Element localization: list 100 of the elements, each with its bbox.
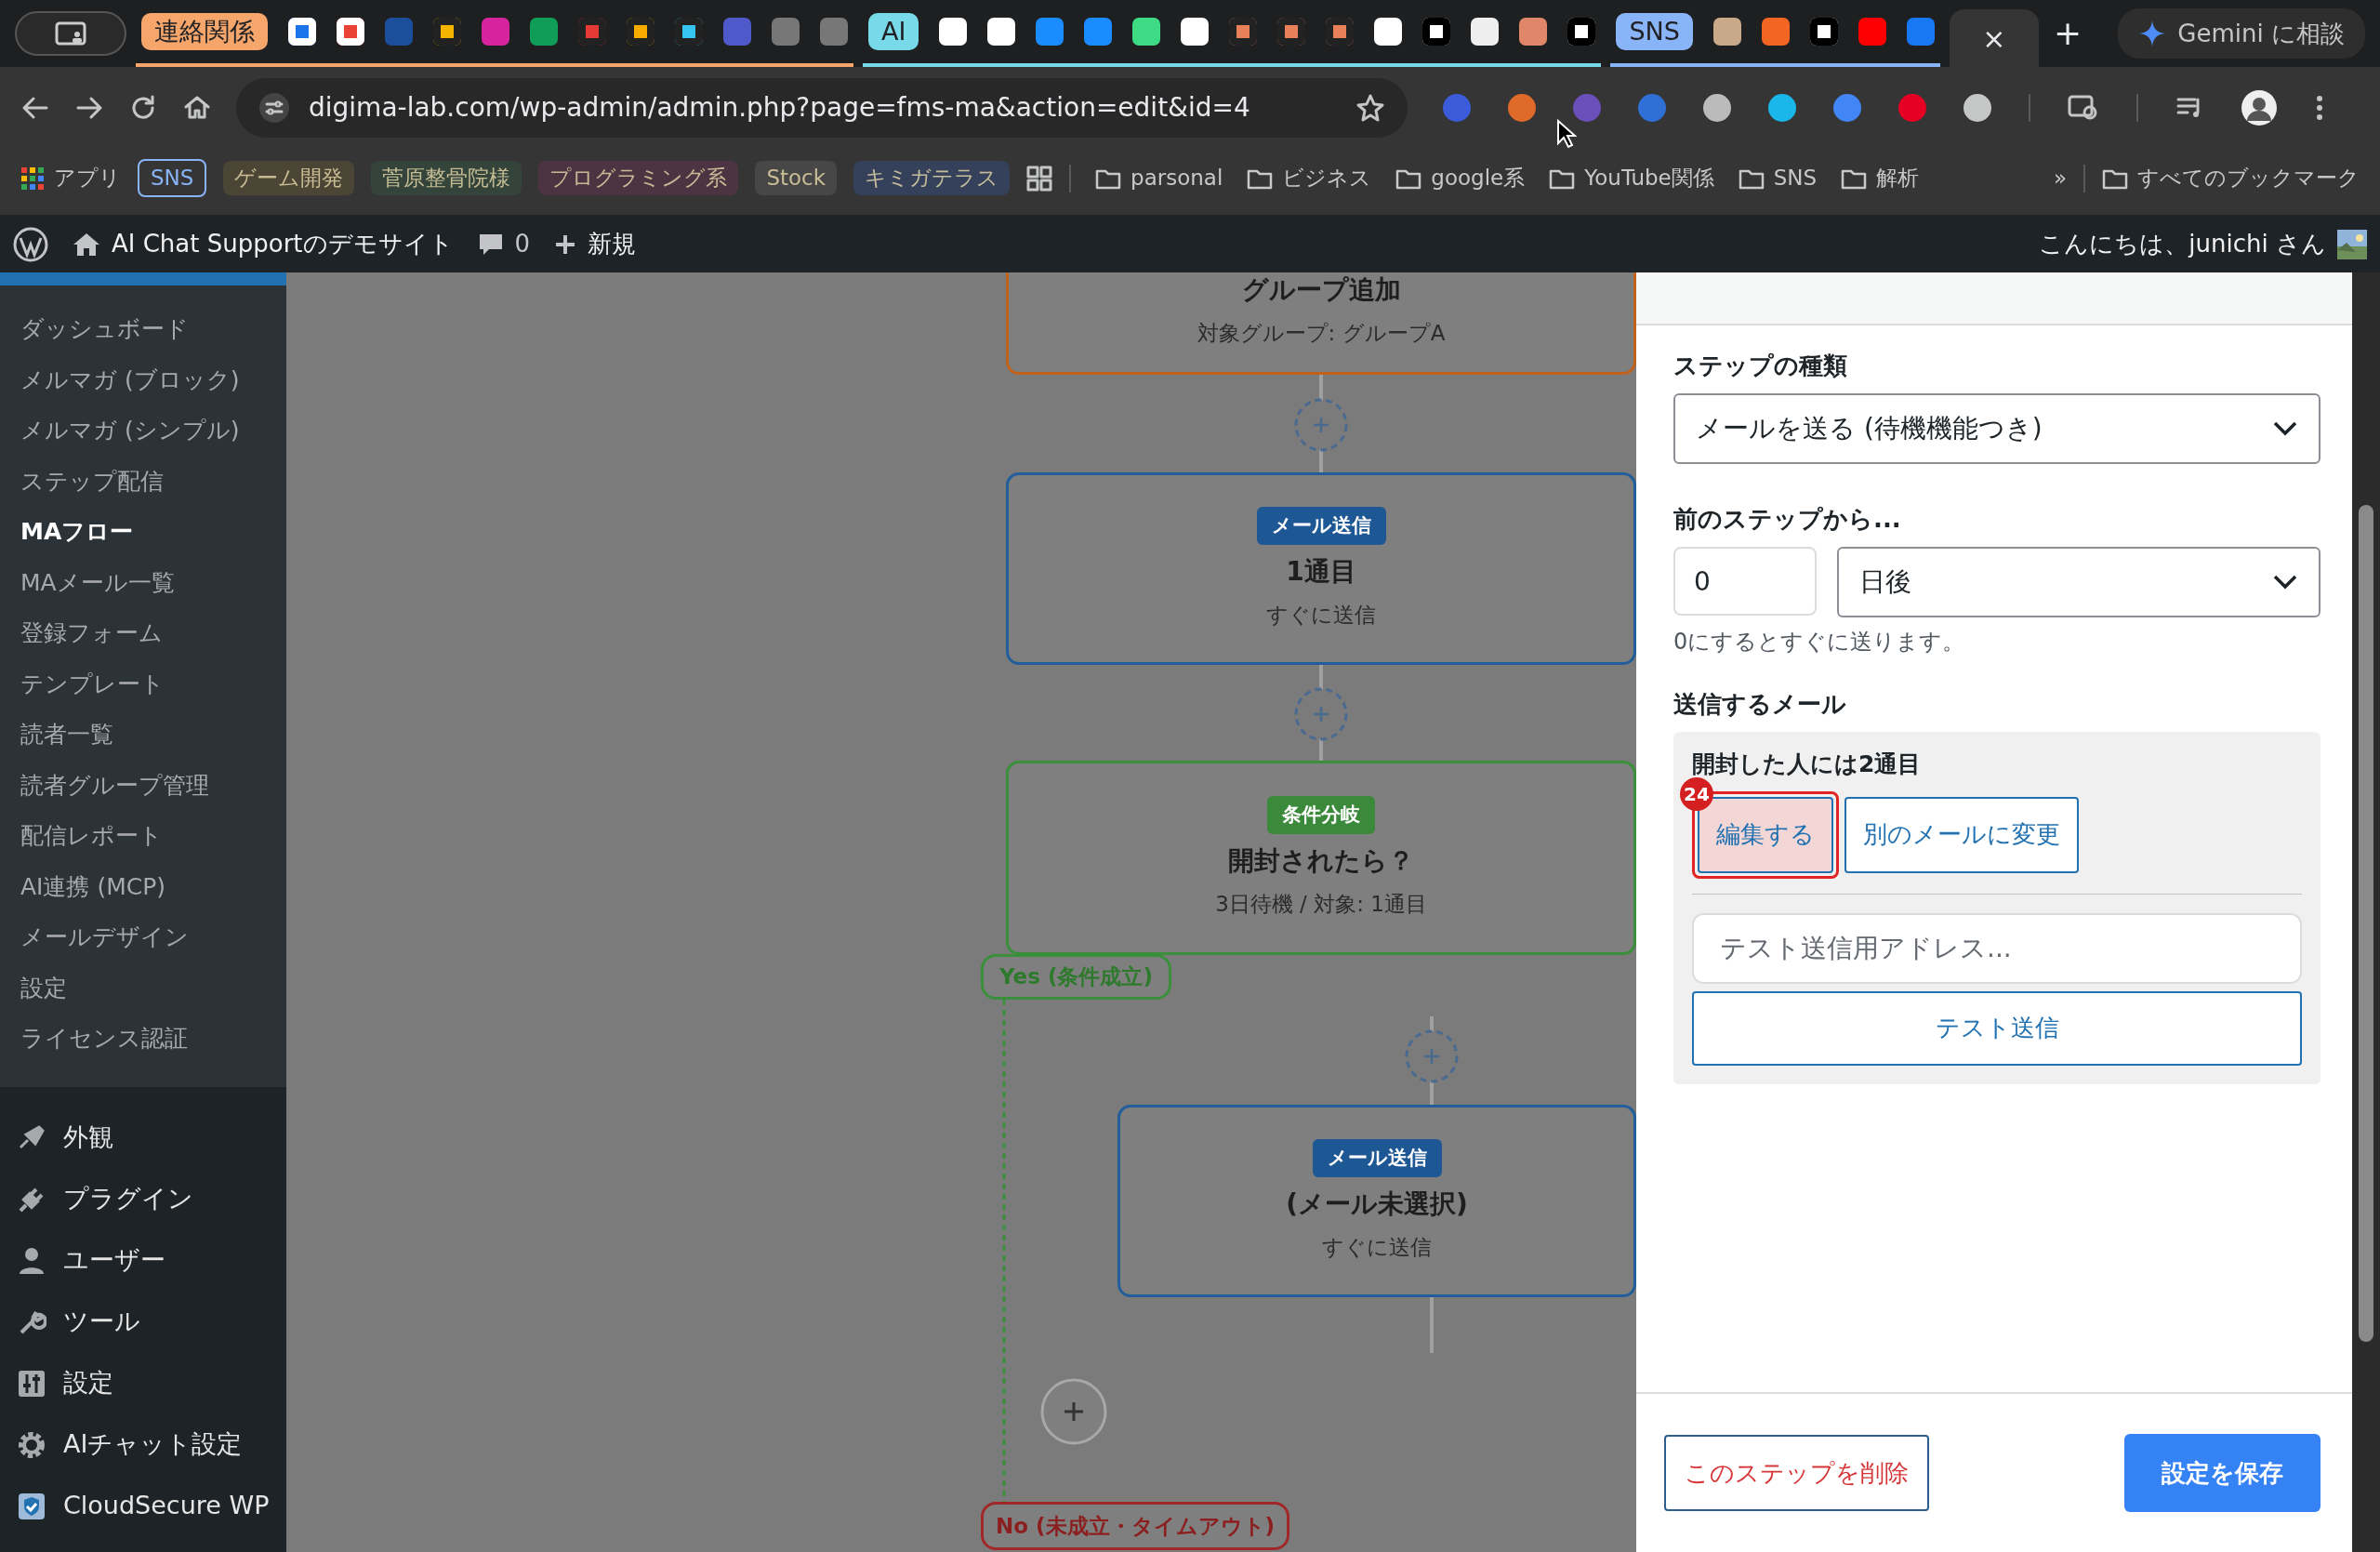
site-icon[interactable] [337, 18, 364, 46]
sidebar-item[interactable]: 読者グループ管理 [0, 760, 286, 811]
site-icon[interactable] [1326, 18, 1355, 46]
bookmark-folder[interactable]: ビジネス [1247, 162, 1372, 194]
bookmark-folder[interactable]: google系 [1395, 162, 1526, 194]
all-bookmarks-folder[interactable]: すべてのブックマーク [2102, 162, 2360, 194]
profile-avatar-icon[interactable] [2241, 89, 2278, 126]
delete-step-button[interactable]: このステップを削除 [1664, 1435, 1929, 1511]
sidebar-item[interactable]: 配信レポート [0, 811, 286, 862]
site-icon[interactable] [1132, 18, 1161, 46]
node-detail: 対象グループ: グループA [1197, 319, 1446, 347]
more-bookmarks-button[interactable]: » [2053, 162, 2067, 194]
site-icon[interactable] [987, 18, 1016, 46]
apps-link[interactable]: アプリ [20, 162, 121, 194]
branch-label: Yes (条件成立) [981, 954, 1171, 1000]
sidebar-item[interactable]: MAフロー [0, 507, 286, 558]
site-icon[interactable] [1422, 18, 1451, 46]
sidebar-menu-item[interactable]: CloudSecure WP [0, 1475, 286, 1537]
site-icon[interactable] [939, 18, 968, 46]
add-step-button[interactable] [1040, 1378, 1107, 1445]
bookmark-group-chip[interactable]: SNS [138, 159, 207, 197]
site-settings-icon[interactable] [258, 92, 290, 124]
delay-input[interactable]: 0 [1673, 547, 1817, 616]
bookmark-folder[interactable]: 解析 [1841, 162, 1920, 194]
extension-icon[interactable] [1964, 94, 1991, 122]
sidebar-item[interactable]: テンプレート [0, 658, 286, 710]
sidebar-item[interactable]: 設定 [0, 962, 286, 1014]
test-address-field[interactable]: テスト送信用アドレス... [1692, 912, 2302, 984]
sidebar-item[interactable]: 読者一覧 [0, 710, 286, 761]
new-content-link[interactable]: 新規 [554, 226, 637, 262]
sidebar-item[interactable]: AI連携 (MCP) [0, 861, 286, 912]
test-send-button[interactable]: テスト送信 [1692, 990, 2302, 1066]
tab-group-chip[interactable]: AI [868, 13, 919, 50]
site-icon[interactable] [1374, 18, 1403, 46]
site-icon[interactable] [1712, 18, 1741, 46]
extension-icon[interactable] [1703, 94, 1731, 122]
mail-action-button[interactable]: 別のメールに変更 [1844, 796, 2079, 873]
active-tab[interactable]: × [1949, 9, 2039, 67]
site-icon[interactable] [1277, 18, 1306, 46]
bookmark-folder[interactable]: YouTube関係 [1549, 162, 1714, 194]
user-greeting-link[interactable]: こんにちは、junichi さん [2039, 226, 2367, 262]
more-menu-icon[interactable] [2315, 94, 2324, 122]
extension-icon[interactable] [1768, 94, 1796, 122]
site-icon[interactable] [1229, 18, 1258, 46]
site-icon[interactable] [1809, 18, 1838, 46]
extension-icon[interactable] [1833, 94, 1861, 122]
star-icon[interactable] [1355, 93, 1385, 123]
sidebar-item[interactable]: MAメール一覧 [0, 557, 286, 608]
sidebar-item[interactable]: メールデザイン [0, 912, 286, 963]
site-icon[interactable] [1471, 18, 1500, 46]
sidebar-menu-item[interactable]: 設定 [0, 1352, 286, 1414]
bookmark-group-chip[interactable]: キミガテラス [853, 161, 1011, 195]
close-tab-button[interactable]: × [1982, 17, 2006, 60]
comments-link[interactable]: 0 [477, 226, 531, 262]
site-icon[interactable] [1181, 18, 1210, 46]
site-name-link[interactable]: AI Chat Supportのデモサイト [73, 226, 454, 262]
sidebar-item[interactable]: 登録フォーム [0, 608, 286, 659]
flow-node[interactable]: メール送信 1通目 すぐに送信 [1006, 472, 1636, 665]
delay-unit-select[interactable]: 日後 [1837, 547, 2320, 617]
site-icon[interactable] [627, 18, 654, 46]
save-settings-button[interactable]: 設定を保存 [2124, 1434, 2320, 1512]
address-bar[interactable]: digima-lab.com/wp-admin/admin.php?page=fms-ma&action=edit&id=4 [236, 78, 1408, 138]
sidebar-menu-item[interactable]: 外観 [0, 1107, 286, 1169]
sidebar-item[interactable]: ステップ配信 [0, 456, 286, 507]
sidebar-menu-item[interactable]: ツール [0, 1291, 286, 1353]
flow-node[interactable]: メール送信 (メール未選択) すぐに送信 [1117, 1105, 1636, 1297]
site-icon[interactable] [288, 18, 316, 46]
sidebar-menu-item[interactable]: プラグイン [0, 1168, 286, 1230]
flow-node[interactable]: グループ追加 対象グループ: グループA [1006, 272, 1636, 375]
bookmark-folder[interactable]: parsonal [1095, 162, 1223, 194]
sidebar-item[interactable]: ダッシュボード [0, 304, 286, 355]
bookmark-group-chip[interactable]: 菅原整骨院様 [371, 161, 522, 195]
extension-icon[interactable] [1508, 94, 1536, 122]
sidebar-toggle-button[interactable] [15, 11, 126, 56]
bookmark-group-chip[interactable]: Stock [755, 161, 838, 195]
bookmark-group-chip[interactable]: プログラミング系 [538, 161, 739, 195]
node-detail: 3日待機 / 対象: 1通目 [1215, 891, 1427, 918]
tab-groups-icon[interactable] [1026, 165, 1053, 192]
tab-group-chip[interactable]: 連絡関係 [141, 13, 268, 50]
site-icon[interactable] [675, 18, 703, 46]
gemini-button[interactable]: Gemini に相談 [2118, 8, 2365, 59]
sidebar-item[interactable]: ライセンス認証 [0, 1014, 286, 1065]
node-title: グループ追加 [1241, 272, 1401, 307]
sidebar-item[interactable]: メルマガ (シンプル) [0, 405, 286, 457]
site-icon[interactable] [433, 18, 461, 46]
node-title: 1通目 [1286, 555, 1356, 589]
sidebar-item[interactable]: メルマガ (ブロック) [0, 354, 286, 405]
reading-list-icon[interactable] [2068, 94, 2099, 122]
flow-node[interactable]: 条件分岐 開封されたら？ 3日待機 / 対象: 1通目 [1006, 761, 1636, 955]
step-type-select[interactable]: メールを送る (待機機能つき) [1673, 393, 2320, 464]
bookmark-folder[interactable]: SNS [1738, 162, 1818, 194]
sidebar-menu-item[interactable]: ユーザー [0, 1229, 286, 1292]
wordpress-logo-icon[interactable] [13, 226, 48, 262]
scrollbar-thumb[interactable] [2359, 505, 2373, 1342]
bookmark-group-chip[interactable]: ゲーム開発 [223, 161, 355, 195]
sidebar-menu-item[interactable]: AIチャット設定 [0, 1413, 286, 1476]
tab-group-chip[interactable]: SNS [1616, 13, 1693, 50]
site-icon[interactable] [1567, 18, 1596, 46]
site-icon[interactable] [1519, 18, 1548, 46]
new-tab-button[interactable]: + [2047, 7, 2088, 60]
